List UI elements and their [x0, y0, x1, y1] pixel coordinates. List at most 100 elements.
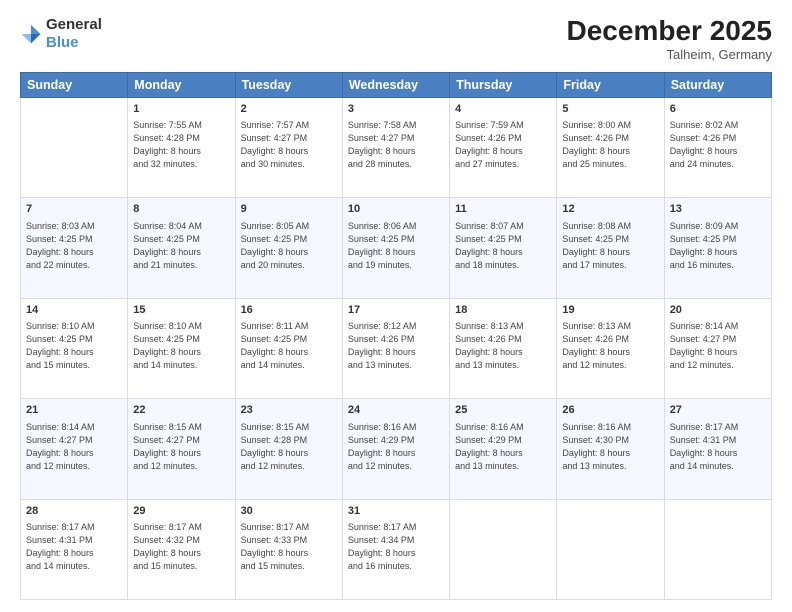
cell-info: Sunrise: 8:17 AMSunset: 4:32 PMDaylight:… [133, 521, 229, 573]
month-title: December 2025 [567, 16, 772, 47]
cell-info: Sunrise: 8:04 AMSunset: 4:25 PMDaylight:… [133, 220, 229, 272]
day-number: 20 [670, 303, 766, 318]
cell-info: Sunrise: 8:10 AMSunset: 4:25 PMDaylight:… [133, 320, 229, 372]
day-number: 8 [133, 202, 229, 217]
cell-info: Sunrise: 8:13 AMSunset: 4:26 PMDaylight:… [455, 320, 551, 372]
day-number: 1 [133, 102, 229, 117]
location: Talheim, Germany [567, 47, 772, 62]
calendar-cell [450, 499, 557, 599]
calendar-header-row: SundayMondayTuesdayWednesdayThursdayFrid… [21, 72, 772, 97]
calendar-cell: 14 Sunrise: 8:10 AMSunset: 4:25 PMDayligh… [21, 298, 128, 398]
calendar-cell: 21 Sunrise: 8:14 AMSunset: 4:27 PMDayligh… [21, 399, 128, 499]
day-number: 13 [670, 202, 766, 217]
day-number: 3 [348, 102, 444, 117]
title-block: December 2025 Talheim, Germany [567, 16, 772, 62]
cell-info: Sunrise: 8:17 AMSunset: 4:34 PMDaylight:… [348, 521, 444, 573]
cell-info: Sunrise: 8:16 AMSunset: 4:29 PMDaylight:… [348, 421, 444, 473]
cell-info: Sunrise: 8:08 AMSunset: 4:25 PMDaylight:… [562, 220, 658, 272]
day-header-thursday: Thursday [450, 72, 557, 97]
calendar-cell: 9 Sunrise: 8:05 AMSunset: 4:25 PMDaylight… [235, 198, 342, 298]
cell-info: Sunrise: 8:10 AMSunset: 4:25 PMDaylight:… [26, 320, 122, 372]
day-header-tuesday: Tuesday [235, 72, 342, 97]
day-number: 19 [562, 303, 658, 318]
day-number: 30 [241, 504, 337, 519]
cell-info: Sunrise: 8:14 AMSunset: 4:27 PMDaylight:… [670, 320, 766, 372]
calendar-cell: 31 Sunrise: 8:17 AMSunset: 4:34 PMDayligh… [342, 499, 449, 599]
day-number: 29 [133, 504, 229, 519]
day-number: 17 [348, 303, 444, 318]
day-number: 26 [562, 403, 658, 418]
logo-blue: Blue [46, 34, 79, 51]
cell-info: Sunrise: 7:59 AMSunset: 4:26 PMDaylight:… [455, 119, 551, 171]
cell-info: Sunrise: 8:03 AMSunset: 4:25 PMDaylight:… [26, 220, 122, 272]
cell-info: Sunrise: 8:09 AMSunset: 4:25 PMDaylight:… [670, 220, 766, 272]
calendar-week-5: 28 Sunrise: 8:17 AMSunset: 4:31 PMDayligh… [21, 499, 772, 599]
day-number: 22 [133, 403, 229, 418]
day-number: 10 [348, 202, 444, 217]
cell-info: Sunrise: 8:07 AMSunset: 4:25 PMDaylight:… [455, 220, 551, 272]
cell-info: Sunrise: 8:14 AMSunset: 4:27 PMDaylight:… [26, 421, 122, 473]
calendar-cell: 12 Sunrise: 8:08 AMSunset: 4:25 PMDayligh… [557, 198, 664, 298]
day-number: 24 [348, 403, 444, 418]
calendar-cell: 20 Sunrise: 8:14 AMSunset: 4:27 PMDayligh… [664, 298, 771, 398]
cell-info: Sunrise: 8:16 AMSunset: 4:30 PMDaylight:… [562, 421, 658, 473]
calendar-week-2: 7 Sunrise: 8:03 AMSunset: 4:25 PMDaylight… [21, 198, 772, 298]
day-header-friday: Friday [557, 72, 664, 97]
day-number: 5 [562, 102, 658, 117]
day-number: 23 [241, 403, 337, 418]
calendar-cell: 28 Sunrise: 8:17 AMSunset: 4:31 PMDayligh… [21, 499, 128, 599]
day-header-monday: Monday [128, 72, 235, 97]
calendar-cell: 1Sunrise: 7:55 AMSunset: 4:28 PMDaylight… [128, 97, 235, 197]
day-number: 16 [241, 303, 337, 318]
day-header-wednesday: Wednesday [342, 72, 449, 97]
day-number: 15 [133, 303, 229, 318]
day-number: 28 [26, 504, 122, 519]
cell-info: Sunrise: 8:17 AMSunset: 4:31 PMDaylight:… [670, 421, 766, 473]
cell-info: Sunrise: 8:17 AMSunset: 4:33 PMDaylight:… [241, 521, 337, 573]
cell-info: Sunrise: 8:17 AMSunset: 4:31 PMDaylight:… [26, 521, 122, 573]
day-number: 6 [670, 102, 766, 117]
calendar-week-4: 21 Sunrise: 8:14 AMSunset: 4:27 PMDayligh… [21, 399, 772, 499]
day-number: 21 [26, 403, 122, 418]
calendar-cell: 15 Sunrise: 8:10 AMSunset: 4:25 PMDayligh… [128, 298, 235, 398]
logo-general: General [46, 16, 102, 33]
calendar-cell: 4 Sunrise: 7:59 AMSunset: 4:26 PMDaylight… [450, 97, 557, 197]
calendar-week-3: 14 Sunrise: 8:10 AMSunset: 4:25 PMDayligh… [21, 298, 772, 398]
cell-info: Sunrise: 8:06 AMSunset: 4:25 PMDaylight:… [348, 220, 444, 272]
calendar-cell: 3Sunrise: 7:58 AMSunset: 4:27 PMDaylight… [342, 97, 449, 197]
calendar-cell [664, 499, 771, 599]
day-number: 2 [241, 102, 337, 117]
cell-info: Sunrise: 8:02 AMSunset: 4:26 PMDaylight:… [670, 119, 766, 171]
calendar-cell: 5 Sunrise: 8:00 AMSunset: 4:26 PMDaylight… [557, 97, 664, 197]
calendar-cell: 16Sunrise: 8:11 AMSunset: 4:25 PMDayligh… [235, 298, 342, 398]
cell-info: Sunrise: 8:15 AMSunset: 4:28 PMDaylight:… [241, 421, 337, 473]
cell-info: Sunrise: 8:00 AMSunset: 4:26 PMDaylight:… [562, 119, 658, 171]
calendar-cell: 18 Sunrise: 8:13 AMSunset: 4:26 PMDayligh… [450, 298, 557, 398]
calendar-cell: 17 Sunrise: 8:12 AMSunset: 4:26 PMDayligh… [342, 298, 449, 398]
cell-info: Sunrise: 8:12 AMSunset: 4:26 PMDaylight:… [348, 320, 444, 372]
day-number: 7 [26, 202, 122, 217]
calendar-cell [21, 97, 128, 197]
day-number: 4 [455, 102, 551, 117]
calendar-cell: 8 Sunrise: 8:04 AMSunset: 4:25 PMDaylight… [128, 198, 235, 298]
day-number: 18 [455, 303, 551, 318]
day-number: 31 [348, 504, 444, 519]
day-number: 12 [562, 202, 658, 217]
calendar-cell: 6 Sunrise: 8:02 AMSunset: 4:26 PMDaylight… [664, 97, 771, 197]
calendar-cell: 11 Sunrise: 8:07 AMSunset: 4:25 PMDayligh… [450, 198, 557, 298]
day-header-saturday: Saturday [664, 72, 771, 97]
calendar-cell: 23 Sunrise: 8:15 AMSunset: 4:28 PMDayligh… [235, 399, 342, 499]
day-number: 27 [670, 403, 766, 418]
logo: General Blue [20, 16, 102, 52]
day-header-sunday: Sunday [21, 72, 128, 97]
calendar-cell: 24 Sunrise: 8:16 AMSunset: 4:29 PMDayligh… [342, 399, 449, 499]
calendar-cell: 7 Sunrise: 8:03 AMSunset: 4:25 PMDaylight… [21, 198, 128, 298]
day-number: 25 [455, 403, 551, 418]
day-number: 9 [241, 202, 337, 217]
cell-info: Sunrise: 8:15 AMSunset: 4:27 PMDaylight:… [133, 421, 229, 473]
cell-info: Sunrise: 8:05 AMSunset: 4:25 PMDaylight:… [241, 220, 337, 272]
calendar-cell: 19Sunrise: 8:13 AMSunset: 4:26 PMDayligh… [557, 298, 664, 398]
day-number: 14 [26, 303, 122, 318]
day-number: 11 [455, 202, 551, 217]
calendar-cell: 22 Sunrise: 8:15 AMSunset: 4:27 PMDayligh… [128, 399, 235, 499]
